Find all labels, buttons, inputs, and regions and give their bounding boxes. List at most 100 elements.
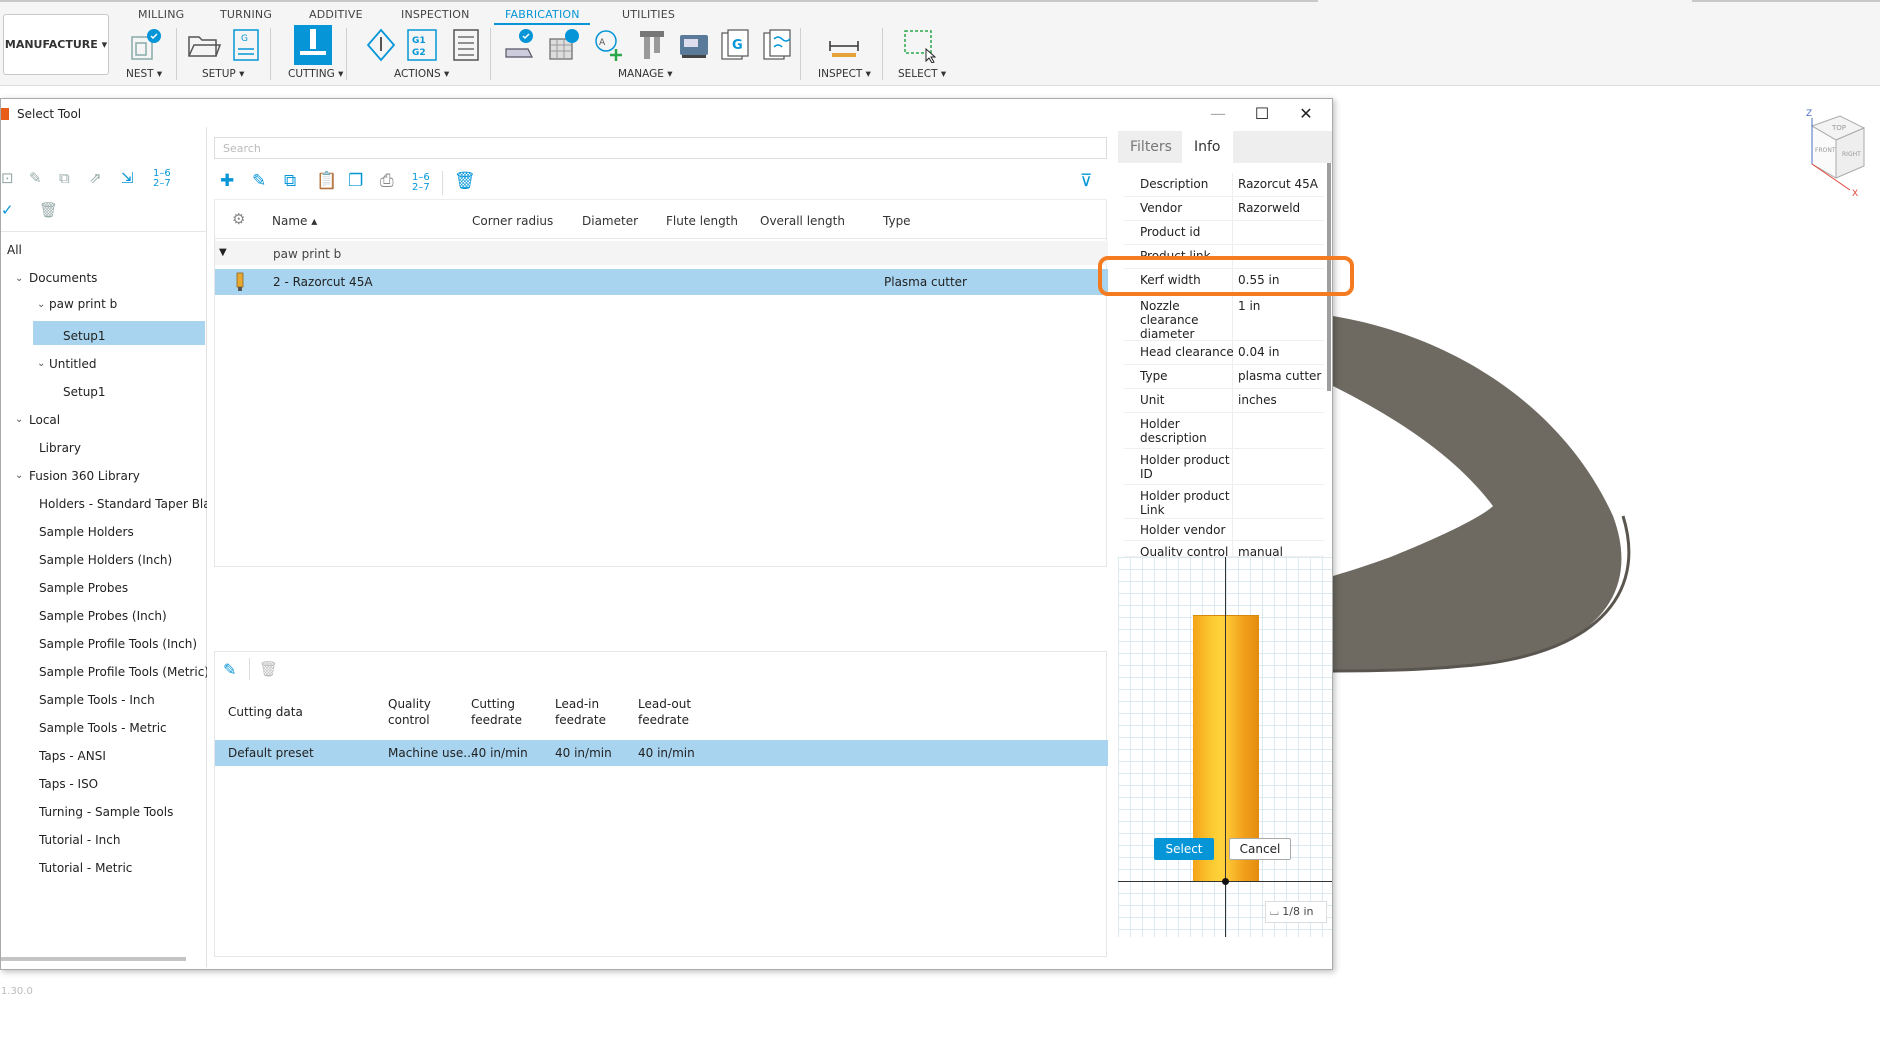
tree-fusion-item[interactable]: Turning - Sample Tools (39, 805, 207, 819)
tree-local[interactable]: Local (29, 413, 60, 427)
tab-inspection[interactable]: INSPECTION (401, 8, 470, 21)
setup-sheet-icon[interactable]: G (228, 27, 264, 63)
search-input[interactable]: Search (214, 137, 1107, 159)
duplicate-library-icon[interactable]: ⧉ (59, 169, 70, 187)
tool-library-icon[interactable] (502, 27, 538, 63)
nest-icon[interactable] (128, 27, 164, 63)
clear-filter-icon[interactable]: ⊽ (1080, 171, 1092, 191)
tree-fusion-item[interactable]: Tutorial - Metric (39, 861, 207, 875)
chevron-down-icon[interactable]: ⌄ (37, 299, 45, 310)
info-row[interactable]: Type plasma cutter (1124, 365, 1324, 389)
tree-local-library[interactable]: Library (39, 441, 81, 455)
col-lead-in-feedrate[interactable]: Lead-in feedrate (555, 696, 606, 728)
tree-fusion-item[interactable]: Holders - Standard Taper Blanks (39, 497, 207, 511)
tree-all[interactable]: All (7, 243, 22, 257)
measure-icon[interactable] (826, 27, 862, 63)
tab-utilities[interactable]: UTILITIES (622, 8, 675, 21)
col-overall-length[interactable]: Overall length (760, 214, 845, 228)
info-row[interactable]: Head clearance 0.04 in (1124, 341, 1324, 365)
tree-fusion-item[interactable]: Taps - ISO (39, 777, 207, 791)
post-process-icon[interactable]: G1 G2 (404, 27, 440, 63)
select-button[interactable]: Select (1154, 838, 1214, 860)
col-cutting-data[interactable]: Cutting data (228, 704, 303, 720)
print-tool-icon[interactable]: ⎙ (380, 171, 394, 191)
info-row[interactable]: Holder product ID (1124, 449, 1324, 485)
cutting-icon[interactable] (294, 25, 332, 65)
pin-icon[interactable]: ✓ (1, 201, 14, 219)
open-folder-icon[interactable] (186, 27, 222, 63)
import-library-icon[interactable]: ⇲ (121, 169, 134, 187)
edit-preset-icon[interactable]: ✎ (223, 660, 236, 679)
col-corner-radius[interactable]: Corner radius (472, 214, 553, 228)
info-row[interactable]: Quality control manual (1124, 541, 1324, 557)
edit-library-icon[interactable]: ✎ (29, 169, 42, 187)
info-row[interactable]: Holder vendor (1124, 519, 1324, 541)
tab-turning[interactable]: TURNING (220, 8, 272, 21)
table-row[interactable]: 2 - Razorcut 45A Plasma cutter (215, 269, 1108, 295)
col-cutting-feedrate[interactable]: Cutting feedrate (471, 696, 522, 728)
tree-doc-paw-print-b[interactable]: paw print b (49, 297, 117, 311)
nc-program-icon[interactable]: G (718, 27, 754, 63)
manage-group-label[interactable]: MANAGE ▾ (618, 68, 672, 80)
tree-fusion-item[interactable]: Sample Profile Tools (Metric) (39, 665, 207, 679)
post-library-icon[interactable] (634, 27, 670, 63)
col-name[interactable]: Name ▴ (272, 214, 317, 228)
workspace-dropdown[interactable]: MANUFACTURE ▾ (3, 14, 109, 75)
tree-fusion-item[interactable]: Taps - ANSI (39, 749, 207, 763)
copy-tool-icon[interactable]: ⧉ (284, 171, 296, 191)
tab-milling[interactable]: MILLING (138, 8, 184, 21)
info-row[interactable]: Vendor Razorweld (1124, 197, 1324, 221)
add-tool-icon[interactable]: A (590, 27, 626, 63)
new-library-icon[interactable]: ⊡ (1, 169, 14, 187)
cutting-group-label[interactable]: CUTTING ▾ (288, 68, 343, 80)
col-flute-length[interactable]: Flute length (666, 214, 738, 228)
col-diameter[interactable]: Diameter (582, 214, 638, 228)
delete-tool-icon[interactable]: 🗑 (454, 171, 476, 191)
tree-fusion-item[interactable]: Tutorial - Inch (39, 833, 207, 847)
tab-info[interactable]: Info (1182, 131, 1233, 163)
tree-fusion-item[interactable]: Sample Tools - Metric (39, 721, 207, 735)
actions-group-label[interactable]: ACTIONS ▾ (394, 68, 449, 80)
tab-filters[interactable]: Filters (1118, 131, 1184, 163)
info-row[interactable]: Holder description (1124, 413, 1324, 449)
info-row[interactable]: Unit inches (1124, 389, 1324, 413)
tree-fusion-item[interactable]: Sample Probes (39, 581, 207, 595)
cancel-button[interactable]: Cancel (1229, 838, 1291, 860)
tree-fusion-item[interactable]: Sample Tools - Inch (39, 693, 207, 707)
tree-fusion-item[interactable]: Sample Profile Tools (Inch) (39, 637, 207, 651)
canvas-3d-part[interactable] (1333, 86, 1880, 1059)
inspect-group-label[interactable]: INSPECT ▾ (818, 68, 871, 80)
col-lead-out-feedrate[interactable]: Lead-out feedrate (638, 696, 691, 728)
template-library-icon[interactable] (546, 27, 582, 63)
chevron-down-icon[interactable]: ⌄ (15, 273, 23, 284)
chevron-down-icon[interactable]: ⌄ (15, 414, 23, 425)
tree-fusion-library[interactable]: Fusion 360 Library (29, 469, 140, 483)
horizontal-scrollbar[interactable] (1, 957, 186, 961)
tree-documents[interactable]: Documents (29, 271, 97, 285)
info-row[interactable]: Description Razorcut 45A (1124, 173, 1324, 197)
tab-fabrication[interactable]: FABRICATION (505, 8, 580, 21)
add-tool-icon[interactable]: ✚ (220, 171, 234, 191)
close-icon[interactable]: ✕ (1293, 103, 1319, 123)
machine-library-icon[interactable] (676, 27, 712, 63)
window-select-icon[interactable] (902, 27, 938, 63)
tool-group-row[interactable]: ▼ paw print b (215, 241, 1108, 265)
export-library-icon[interactable]: ⇗ (89, 169, 102, 187)
renumber-icon[interactable]: 1–6 2–7 (153, 169, 171, 189)
column-settings-icon[interactable]: ⚙ (232, 210, 245, 228)
group-collapse-icon[interactable]: ▼ (219, 247, 227, 258)
setup-sheet-list-icon[interactable] (448, 27, 484, 63)
tree-fusion-item[interactable]: Sample Holders (Inch) (39, 553, 207, 567)
info-row[interactable]: Nozzle clearance diameter 1 in (1124, 295, 1324, 341)
tree-setup1[interactable]: Setup1 (63, 329, 106, 343)
tree-setup1-untitled[interactable]: Setup1 (63, 385, 106, 399)
col-type[interactable]: Type (883, 214, 911, 228)
duplicate-tool-icon[interactable]: ❐ (348, 171, 363, 191)
renumber-tools-icon[interactable]: 1–6 2–7 (412, 173, 430, 193)
tree-fusion-item[interactable]: Sample Probes (Inch) (39, 609, 207, 623)
edit-tool-icon[interactable]: ✎ (252, 171, 266, 191)
chevron-down-icon[interactable]: ⌄ (37, 358, 45, 369)
info-row[interactable]: Product id (1124, 221, 1324, 245)
nest-group-label[interactable]: NEST ▾ (126, 68, 162, 80)
info-row[interactable]: Holder product Link (1124, 485, 1324, 519)
